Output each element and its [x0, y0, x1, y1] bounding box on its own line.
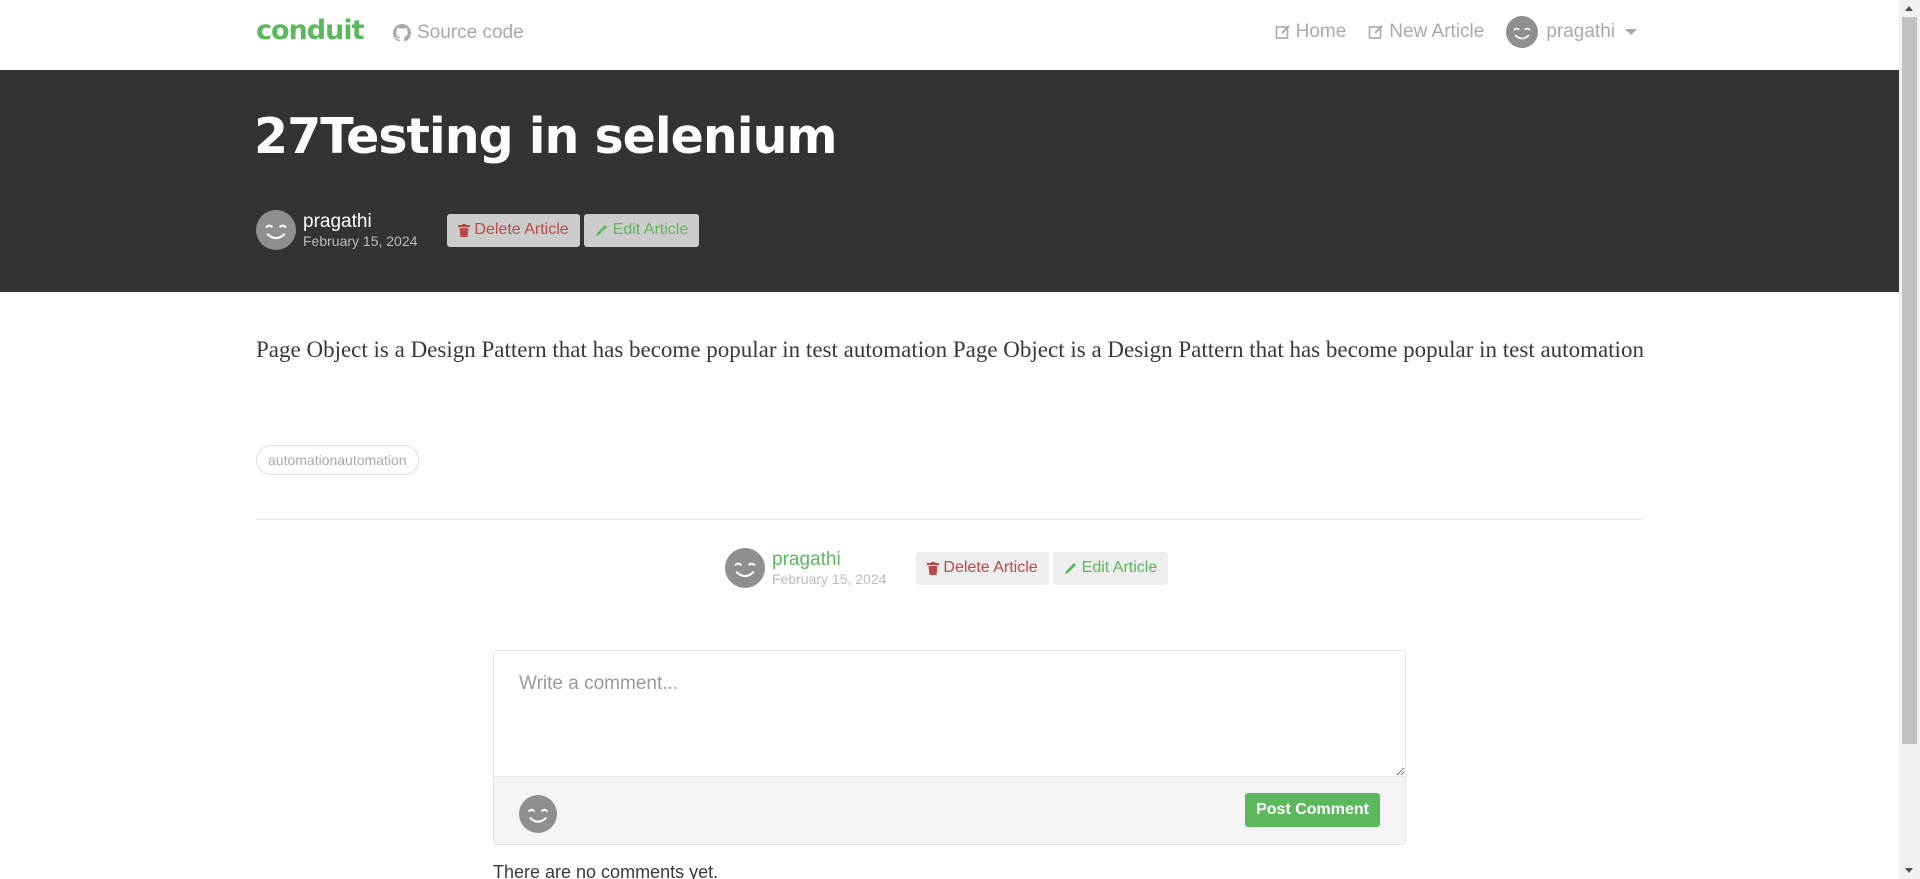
smiley-icon	[265, 224, 287, 240]
post-comment-button[interactable]: Post Comment	[1245, 793, 1380, 827]
article-meta-banner: pragathi February 15, 2024 Delete Articl…	[256, 210, 700, 250]
nav-new-article-label: New Article	[1389, 21, 1485, 42]
tag-pill: automationautomation	[256, 445, 419, 475]
nav-new-article-link[interactable]: New Article	[1368, 21, 1484, 43]
user-avatar	[1506, 16, 1539, 48]
edit-icon	[1368, 25, 1384, 39]
brand-logo[interactable]: conduit	[256, 15, 364, 46]
article-date: February 15, 2024	[772, 570, 887, 587]
trash-icon	[458, 223, 471, 237]
source-code-label: Source code	[417, 22, 524, 43]
top-navbar: conduit Source code Home New Article pra…	[0, 0, 1899, 70]
delete-article-button[interactable]: Delete Article	[916, 551, 1049, 585]
divider	[256, 519, 1642, 520]
nav-right: Home New Article pragathi	[1275, 16, 1637, 48]
comment-input[interactable]	[494, 651, 1405, 777]
author-name[interactable]: pragathi	[772, 549, 886, 571]
no-comments-text: There are no comments yet.	[493, 862, 719, 879]
pencil-icon	[595, 225, 607, 236]
nav-username: pragathi	[1546, 21, 1615, 42]
article-date: February 15, 2024	[303, 232, 418, 249]
source-code-link[interactable]: Source code	[393, 22, 524, 44]
article-actions: Delete Article Edit Article	[916, 551, 1169, 585]
nav-user-menu[interactable]: pragathi	[1506, 16, 1637, 48]
edit-article-label: Edit Article	[612, 221, 689, 238]
author-avatar[interactable]	[725, 548, 765, 588]
author-info: pragathi February 15, 2024	[772, 549, 886, 587]
edit-icon	[1275, 25, 1290, 39]
article-body: Page Object is a Design Pattern that has…	[256, 337, 1644, 362]
edit-article-button[interactable]: Edit Article	[1052, 551, 1169, 585]
author-info: pragathi February 15, 2024	[303, 211, 417, 249]
scroll-down-arrow-icon[interactable]	[1905, 868, 1913, 873]
comment-form-footer: Post Comment	[494, 777, 1405, 844]
delete-article-label: Delete Article	[474, 221, 569, 238]
delete-article-label: Delete Article	[943, 559, 1038, 576]
article-title: 27Testing in selenium	[254, 108, 838, 165]
nav-home-link[interactable]: Home	[1275, 21, 1347, 43]
author-name[interactable]: pragathi	[303, 211, 417, 233]
edit-article-button[interactable]: Edit Article	[583, 213, 700, 247]
comment-author-avatar	[519, 795, 557, 833]
article-banner: 27Testing in selenium pragathi February …	[0, 70, 1899, 292]
scroll-up-arrow-icon[interactable]	[1905, 6, 1913, 11]
article-actions: Delete Article Edit Article	[447, 213, 700, 247]
smiley-icon	[527, 808, 549, 823]
caret-down-icon	[1625, 29, 1637, 35]
trash-icon	[927, 561, 940, 575]
github-icon	[393, 24, 411, 42]
vertical-scrollbar[interactable]	[1899, 0, 1920, 879]
author-avatar[interactable]	[256, 210, 296, 250]
nav-home-label: Home	[1295, 21, 1347, 42]
edit-article-label: Edit Article	[1081, 559, 1158, 576]
delete-article-button[interactable]: Delete Article	[447, 213, 580, 247]
article-meta-bottom: pragathi February 15, 2024 Delete Articl…	[725, 548, 1169, 588]
scrollbar-thumb[interactable]	[1902, 17, 1917, 744]
comment-form: Post Comment	[493, 650, 1406, 845]
pencil-icon	[1064, 563, 1076, 574]
smiley-icon	[1513, 27, 1531, 40]
smiley-icon	[734, 562, 756, 578]
